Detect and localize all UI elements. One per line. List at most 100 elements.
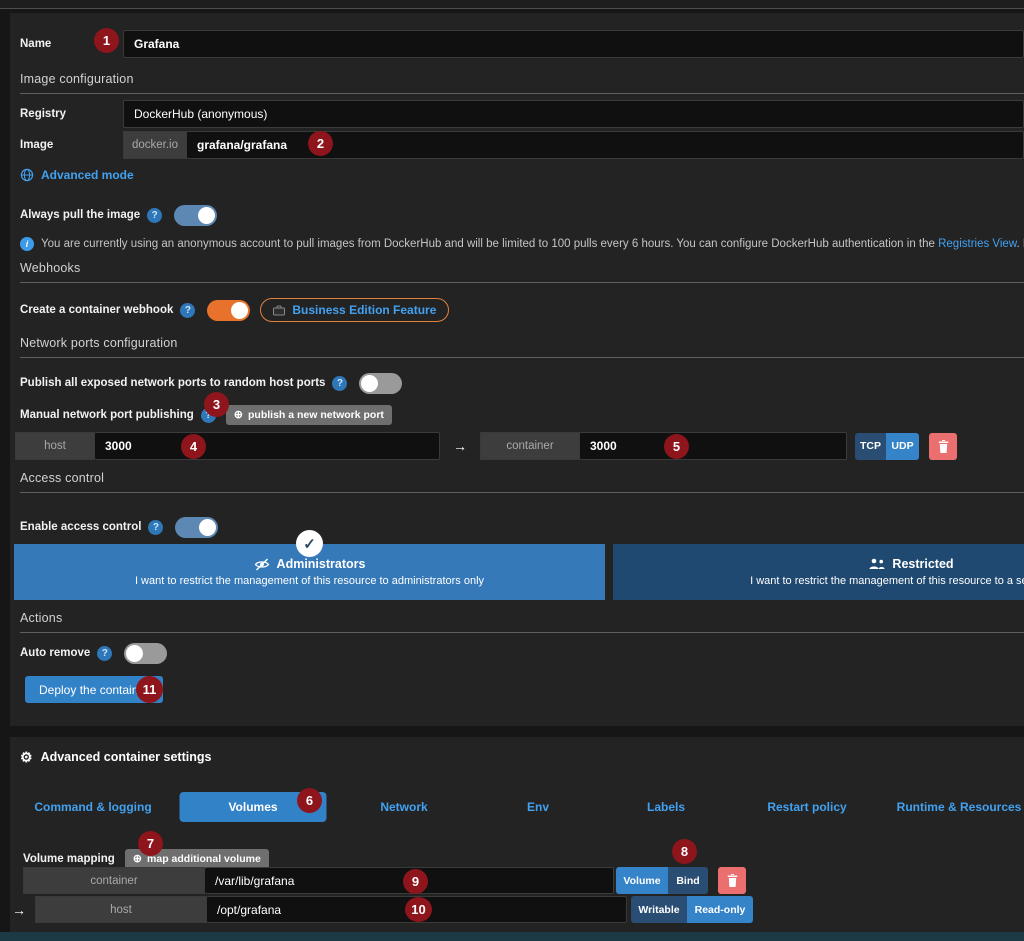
enable-access-control-toggle[interactable]	[175, 517, 218, 538]
container-port-addon: container	[480, 432, 580, 460]
delete-volume-button[interactable]	[718, 867, 746, 894]
volume-host-addon: host	[35, 896, 207, 923]
annotation-badge: 1	[94, 28, 119, 53]
readonly-button[interactable]: Read-only	[687, 896, 753, 923]
volume-type-button[interactable]: Volume	[616, 867, 668, 894]
always-pull-label: Always pull the image	[20, 209, 140, 221]
publish-all-ports-row: Publish all exposed network ports to ran…	[20, 369, 1024, 397]
publish-port-button[interactable]: ⊕ publish a new network port	[226, 405, 392, 425]
manual-port-publishing-row: Manual network port publishing ? ⊕ publi…	[20, 403, 1024, 427]
name-row: Name	[20, 30, 1024, 58]
volume-mapping-label: Volume mapping	[23, 853, 115, 865]
enable-access-control-row: Enable access control ?	[20, 515, 1024, 539]
help-icon[interactable]: ?	[97, 646, 112, 661]
tab-runtime-resources[interactable]: Runtime & Resources	[897, 792, 1022, 822]
volume-container-addon: container	[23, 867, 205, 894]
section-heading-webhooks: Webhooks	[20, 261, 1024, 283]
pull-limit-notice-text: You are currently using an anonymous acc…	[41, 238, 1024, 250]
help-icon[interactable]: ?	[147, 208, 162, 223]
section-heading-network-ports: Network ports configuration	[20, 336, 1024, 358]
image-label: Image	[20, 139, 123, 151]
eye-slash-icon	[254, 558, 270, 571]
plus-circle-icon: ⊕	[133, 854, 142, 865]
auto-remove-label: Auto remove	[20, 647, 90, 659]
registry-prefix-addon: docker.io	[123, 131, 187, 159]
registry-row: Registry	[20, 100, 1024, 128]
image-row: Image docker.io	[20, 131, 1024, 159]
registries-view-link[interactable]: Registries View	[938, 238, 1016, 250]
tab-labels[interactable]: Labels	[647, 792, 685, 822]
publish-all-ports-toggle[interactable]	[359, 373, 402, 394]
annotation-badge: 7	[138, 831, 163, 856]
arrow-right-icon: →	[453, 438, 467, 454]
annotation-badge: 2	[308, 131, 333, 156]
tab-restart-policy[interactable]: Restart policy	[767, 792, 846, 822]
annotation-badge: 4	[181, 434, 206, 459]
administrators-title: Administrators	[277, 557, 366, 571]
restricted-description: I want to restrict the management of thi…	[750, 575, 1024, 587]
writable-button[interactable]: Writable	[631, 896, 687, 923]
enable-access-control-label: Enable access control	[20, 521, 141, 533]
advanced-mode-link[interactable]: Advanced mode	[41, 168, 134, 182]
top-bar	[0, 0, 1024, 9]
annotation-badge: 5	[664, 434, 689, 459]
create-container-page: Name Image configuration Registry Image …	[0, 0, 1024, 941]
publish-all-ports-label: Publish all exposed network ports to ran…	[20, 377, 325, 389]
trash-icon	[938, 440, 949, 453]
annotation-badge: 10	[405, 897, 432, 922]
help-icon[interactable]: ?	[332, 376, 347, 391]
delete-port-button[interactable]	[929, 433, 957, 460]
section-heading-access-control: Access control	[20, 471, 1024, 493]
container-port-input[interactable]	[580, 432, 847, 460]
container-form-panel: Name Image configuration Registry Image …	[10, 13, 1024, 726]
webhook-row: Create a container webhook ? Business Ed…	[20, 296, 1024, 324]
bottom-strip	[0, 932, 1024, 941]
globe-icon	[20, 168, 34, 182]
always-pull-toggle[interactable]	[174, 205, 217, 226]
advanced-mode-row: Advanced mode	[20, 168, 1024, 182]
advanced-settings-panel: ⚙ Advanced container settings Command & …	[10, 737, 1024, 932]
advanced-settings-title: Advanced container settings	[41, 750, 212, 764]
annotation-badge: 6	[297, 788, 322, 813]
annotation-badge: 8	[672, 839, 697, 864]
host-port-input[interactable]	[95, 432, 440, 460]
section-heading-image-configuration: Image configuration	[20, 72, 1024, 94]
help-icon[interactable]: ?	[148, 520, 163, 535]
annotation-badge: 11	[136, 676, 163, 703]
annotation-badge: 9	[403, 869, 428, 894]
tab-network[interactable]: Network	[380, 792, 427, 822]
tab-env[interactable]: Env	[527, 792, 549, 822]
host-port-addon: host	[15, 432, 95, 460]
volume-host-row: → host Writable Read-only	[12, 896, 1024, 923]
registry-label: Registry	[20, 108, 123, 120]
annotation-badge: 3	[204, 392, 229, 417]
manual-port-publishing-label: Manual network port publishing	[20, 409, 194, 421]
briefcase-icon	[273, 305, 285, 316]
always-pull-row: Always pull the image ?	[20, 201, 1024, 229]
bind-type-button[interactable]: Bind	[668, 867, 708, 894]
udp-button[interactable]: UDP	[886, 433, 919, 460]
tab-command-logging[interactable]: Command & logging	[34, 792, 151, 822]
restricted-option-card[interactable]: Restricted I want to restrict the manage…	[613, 544, 1024, 600]
users-icon	[869, 558, 885, 570]
tcp-button[interactable]: TCP	[855, 433, 886, 460]
plus-circle-icon: ⊕	[234, 410, 243, 421]
auto-remove-row: Auto remove ?	[20, 639, 1024, 667]
create-webhook-toggle[interactable]	[207, 300, 250, 321]
section-heading-actions: Actions	[20, 611, 1024, 633]
gear-icon: ⚙	[20, 750, 33, 764]
port-mapping-row: host → container TCP UDP	[15, 432, 1024, 460]
help-icon[interactable]: ?	[180, 303, 195, 318]
info-icon: i	[20, 237, 34, 251]
registry-select[interactable]	[123, 100, 1024, 128]
pull-limit-notice: i You are currently using an anonymous a…	[20, 235, 1024, 253]
trash-icon	[727, 874, 738, 887]
administrators-description: I want to restrict the management of thi…	[135, 575, 484, 587]
arrow-right-icon: →	[12, 902, 26, 918]
create-webhook-label: Create a container webhook	[20, 304, 173, 316]
name-input[interactable]	[123, 30, 1024, 58]
selected-check-icon: ✓	[296, 530, 323, 557]
advanced-settings-header: ⚙ Advanced container settings	[20, 750, 211, 764]
auto-remove-toggle[interactable]	[124, 643, 167, 664]
restricted-title: Restricted	[892, 557, 953, 571]
